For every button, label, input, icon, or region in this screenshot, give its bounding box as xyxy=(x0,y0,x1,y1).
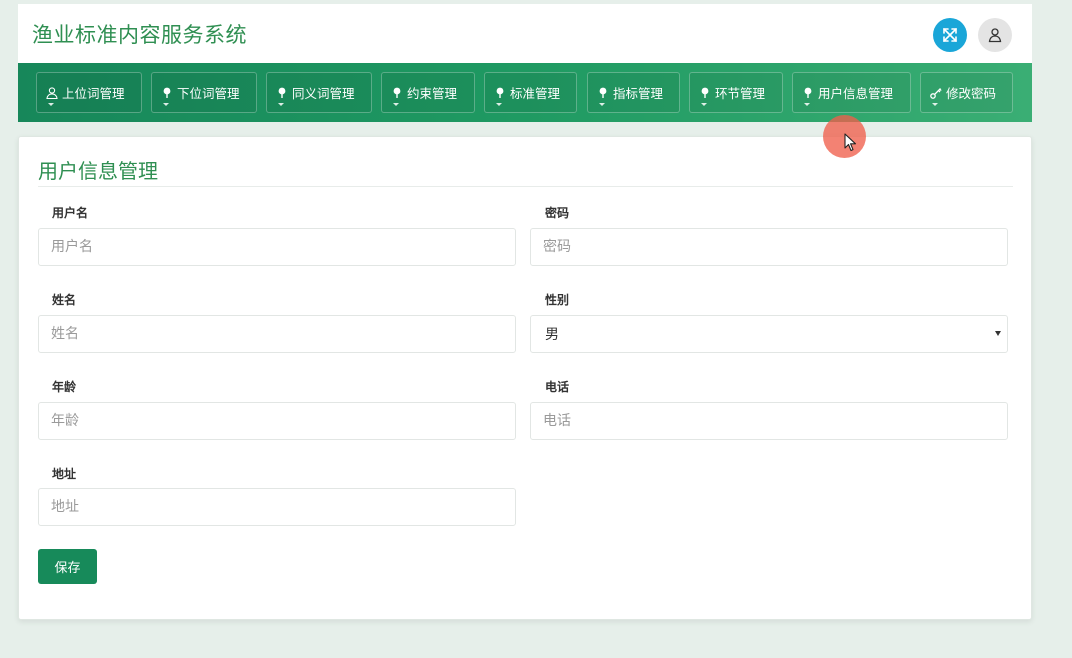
caret-down-icon xyxy=(995,331,1001,336)
leaf-icon xyxy=(390,86,404,100)
chevron-down-icon xyxy=(599,103,605,106)
user-menu-button[interactable] xyxy=(978,18,1012,52)
address-label: 地址 xyxy=(52,467,77,481)
mouse-pointer-icon xyxy=(844,133,857,152)
nav-item-label: 修改密码 xyxy=(946,86,997,101)
nav-item-label: 上位词管理 xyxy=(62,86,125,101)
gender-label: 性别 xyxy=(545,293,570,307)
leaf-icon xyxy=(596,86,610,100)
user-icon xyxy=(988,28,1002,43)
gender-selected-value: 男 xyxy=(545,327,559,343)
nav-item-label: 同义词管理 xyxy=(292,86,355,101)
chevron-down-icon xyxy=(163,103,169,106)
nav-item-label: 环节管理 xyxy=(715,86,766,101)
chevron-down-icon xyxy=(393,103,399,106)
chevron-down-icon xyxy=(278,103,284,106)
phone-input[interactable] xyxy=(530,402,1008,440)
password-input[interactable] xyxy=(530,228,1008,266)
leaf-icon xyxy=(275,86,289,100)
leaf-icon xyxy=(493,86,507,100)
app-title: 渔业标准内容服务系统 xyxy=(32,23,247,47)
leaf-icon xyxy=(160,86,174,100)
leaf-icon xyxy=(698,86,712,100)
save-button[interactable]: 保存 xyxy=(38,549,97,584)
chevron-down-icon xyxy=(932,103,938,106)
name-input[interactable] xyxy=(38,315,516,353)
address-input[interactable] xyxy=(38,488,516,526)
main-nav: 上位词管理 下位词管理 同义词管理 约束管理 标准管理 指标管理 环节管理 用户… xyxy=(18,63,1032,122)
nav-item-hyponym[interactable]: 下位词管理 xyxy=(151,72,257,113)
nav-item-label: 指标管理 xyxy=(613,86,664,101)
nav-item-label: 用户信息管理 xyxy=(818,86,894,101)
nav-item-change-password[interactable]: 修改密码 xyxy=(920,72,1013,113)
user-icon xyxy=(45,86,59,100)
fullscreen-button[interactable] xyxy=(933,18,967,52)
panel-divider xyxy=(38,186,1013,187)
username-label: 用户名 xyxy=(52,206,89,220)
key-icon xyxy=(929,86,943,100)
nav-item-label: 下位词管理 xyxy=(177,86,240,101)
password-label: 密码 xyxy=(545,206,570,220)
nav-item-label: 约束管理 xyxy=(407,86,458,101)
nav-item-standard[interactable]: 标准管理 xyxy=(484,72,577,113)
chevron-down-icon xyxy=(701,103,707,106)
nav-item-stage[interactable]: 环节管理 xyxy=(689,72,783,113)
age-input[interactable] xyxy=(38,402,516,440)
chevron-down-icon xyxy=(804,103,810,106)
app-header: 渔业标准内容服务系统 xyxy=(18,4,1032,63)
age-label: 年龄 xyxy=(52,380,77,394)
user-info-panel: 用户信息管理 用户名 密码 姓名 性别 男 年龄 电话 地址 保存 xyxy=(18,136,1032,620)
nav-item-synonym[interactable]: 同义词管理 xyxy=(266,72,372,113)
nav-item-label: 标准管理 xyxy=(510,86,561,101)
gender-select[interactable]: 男 xyxy=(530,315,1008,353)
panel-title: 用户信息管理 xyxy=(38,159,158,183)
nav-item-hypernym[interactable]: 上位词管理 xyxy=(36,72,142,113)
phone-label: 电话 xyxy=(545,380,570,394)
name-label: 姓名 xyxy=(52,293,77,307)
chevron-down-icon xyxy=(496,103,502,106)
username-input[interactable] xyxy=(38,228,516,266)
chevron-down-icon xyxy=(48,103,54,106)
nav-item-indicator[interactable]: 指标管理 xyxy=(587,72,680,113)
nav-item-user-info[interactable]: 用户信息管理 xyxy=(792,72,911,113)
leaf-icon xyxy=(801,86,815,100)
nav-item-constraint[interactable]: 约束管理 xyxy=(381,72,475,113)
expand-icon xyxy=(943,28,957,42)
